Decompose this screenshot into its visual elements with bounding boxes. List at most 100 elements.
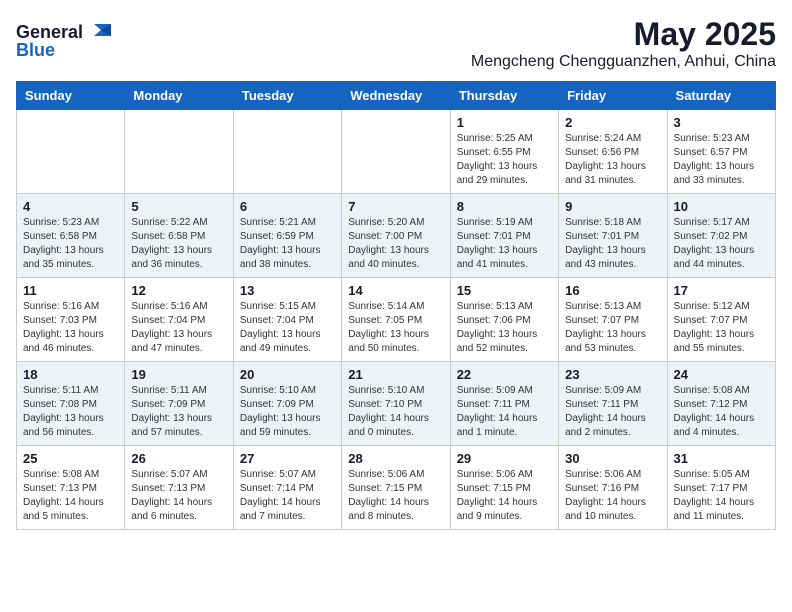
- day-info: Sunrise: 5:20 AM Sunset: 7:00 PM Dayligh…: [348, 216, 443, 272]
- calendar-cell: 2Sunrise: 5:24 AM Sunset: 6:56 PM Daylig…: [559, 110, 667, 194]
- svg-text:General: General: [16, 22, 83, 42]
- svg-text:Blue: Blue: [16, 40, 55, 58]
- day-number: 24: [674, 367, 769, 382]
- calendar-cell: 11 Sunrise: 5:16 AM Sunset: 7:03 PM Dayli…: [17, 278, 125, 362]
- day-info: Sunrise: 5:23 AM Sunset: 6:58 PM Dayligh…: [23, 216, 118, 272]
- calendar-cell: 16Sunrise: 5:13 AM Sunset: 7:07 PM Dayli…: [559, 278, 667, 362]
- day-number: 13: [240, 283, 335, 298]
- calendar-cell: 27Sunrise: 5:07 AM Sunset: 7:14 PM Dayli…: [233, 446, 341, 530]
- day-number: 9: [565, 199, 660, 214]
- calendar-cell: 30 Sunrise: 5:06 AM Sunset: 7:16 PM Dayli…: [559, 446, 667, 530]
- day-number: 8: [457, 199, 552, 214]
- day-number: 18: [23, 367, 118, 382]
- calendar-cell: 28 Sunrise: 5:06 AM Sunset: 7:15 PM Dayli…: [342, 446, 450, 530]
- day-number: 15: [457, 283, 552, 298]
- calendar-cell: 10 Sunrise: 5:17 AM Sunset: 7:02 PM Dayli…: [667, 194, 775, 278]
- calendar-week-row: 4 Sunrise: 5:23 AM Sunset: 6:58 PM Daylig…: [17, 194, 776, 278]
- day-number: 16: [565, 283, 660, 298]
- day-info: Sunrise: 5:12 AM Sunset: 7:07 PM Dayligh…: [674, 300, 769, 356]
- logo-general: General Blue: [16, 16, 126, 63]
- day-info: Sunrise: 5:11 AM Sunset: 7:08 PM Dayligh…: [23, 384, 118, 440]
- day-info: Sunrise: 5:16 AM Sunset: 7:04 PM Dayligh…: [131, 300, 226, 356]
- calendar-cell: 4 Sunrise: 5:23 AM Sunset: 6:58 PM Daylig…: [17, 194, 125, 278]
- day-info: Sunrise: 5:07 AM Sunset: 7:13 PM Dayligh…: [131, 468, 226, 524]
- calendar-cell: [125, 110, 233, 194]
- day-info: Sunrise: 5:19 AM Sunset: 7:01 PM Dayligh…: [457, 216, 552, 272]
- day-number: 28: [348, 451, 443, 466]
- day-info: Sunrise: 5:17 AM Sunset: 7:02 PM Dayligh…: [674, 216, 769, 272]
- calendar-week-row: 25 Sunrise: 5:08 AM Sunset: 7:13 PM Dayli…: [17, 446, 776, 530]
- day-info: Sunrise: 5:13 AM Sunset: 7:06 PM Dayligh…: [457, 300, 552, 356]
- day-number: 27: [240, 451, 335, 466]
- day-number: 31: [674, 451, 769, 466]
- calendar-cell: 19 Sunrise: 5:11 AM Sunset: 7:09 PM Dayli…: [125, 362, 233, 446]
- day-info: Sunrise: 5:16 AM Sunset: 7:03 PM Dayligh…: [23, 300, 118, 356]
- calendar-cell: 6 Sunrise: 5:21 AM Sunset: 6:59 PM Daylig…: [233, 194, 341, 278]
- day-number: 25: [23, 451, 118, 466]
- day-number: 12: [131, 283, 226, 298]
- location-title: Mengcheng Chengguanzhen, Anhui, China: [471, 53, 776, 71]
- calendar-cell: [342, 110, 450, 194]
- calendar-week-row: 1 Sunrise: 5:25 AM Sunset: 6:55 PM Daylig…: [17, 110, 776, 194]
- title-block: May 2025 Mengcheng Chengguanzhen, Anhui,…: [471, 16, 776, 71]
- calendar-cell: 12 Sunrise: 5:16 AM Sunset: 7:04 PM Dayli…: [125, 278, 233, 362]
- calendar-cell: 31 Sunrise: 5:05 AM Sunset: 7:17 PM Dayli…: [667, 446, 775, 530]
- day-number: 7: [348, 199, 443, 214]
- calendar-week-row: 18 Sunrise: 5:11 AM Sunset: 7:08 PM Dayli…: [17, 362, 776, 446]
- day-number: 20: [240, 367, 335, 382]
- col-header-saturday: Saturday: [667, 82, 775, 110]
- day-info: Sunrise: 5:10 AM Sunset: 7:09 PM Dayligh…: [240, 384, 335, 440]
- calendar-cell: 17Sunrise: 5:12 AM Sunset: 7:07 PM Dayli…: [667, 278, 775, 362]
- col-header-friday: Friday: [559, 82, 667, 110]
- calendar-cell: 20 Sunrise: 5:10 AM Sunset: 7:09 PM Dayli…: [233, 362, 341, 446]
- calendar-cell: 24 Sunrise: 5:08 AM Sunset: 7:12 PM Dayli…: [667, 362, 775, 446]
- day-info: Sunrise: 5:21 AM Sunset: 6:59 PM Dayligh…: [240, 216, 335, 272]
- col-header-tuesday: Tuesday: [233, 82, 341, 110]
- calendar-cell: 29 Sunrise: 5:06 AM Sunset: 7:15 PM Dayli…: [450, 446, 558, 530]
- day-number: 19: [131, 367, 226, 382]
- col-header-sunday: Sunday: [17, 82, 125, 110]
- day-number: 2: [565, 115, 660, 130]
- page-header: General Blue May 2025 Mengcheng Chenggua…: [16, 16, 776, 71]
- day-info: Sunrise: 5:14 AM Sunset: 7:05 PM Dayligh…: [348, 300, 443, 356]
- calendar-cell: 15 Sunrise: 5:13 AM Sunset: 7:06 PM Dayli…: [450, 278, 558, 362]
- logo: General Blue: [16, 16, 126, 63]
- day-info: Sunrise: 5:06 AM Sunset: 7:16 PM Dayligh…: [565, 468, 660, 524]
- day-number: 5: [131, 199, 226, 214]
- day-info: Sunrise: 5:22 AM Sunset: 6:58 PM Dayligh…: [131, 216, 226, 272]
- calendar-cell: 9Sunrise: 5:18 AM Sunset: 7:01 PM Daylig…: [559, 194, 667, 278]
- day-info: Sunrise: 5:06 AM Sunset: 7:15 PM Dayligh…: [457, 468, 552, 524]
- day-number: 21: [348, 367, 443, 382]
- day-info: Sunrise: 5:25 AM Sunset: 6:55 PM Dayligh…: [457, 132, 552, 188]
- day-info: Sunrise: 5:08 AM Sunset: 7:12 PM Dayligh…: [674, 384, 769, 440]
- calendar-cell: 8 Sunrise: 5:19 AM Sunset: 7:01 PM Daylig…: [450, 194, 558, 278]
- day-number: 1: [457, 115, 552, 130]
- col-header-monday: Monday: [125, 82, 233, 110]
- calendar-cell: 13Sunrise: 5:15 AM Sunset: 7:04 PM Dayli…: [233, 278, 341, 362]
- calendar-table: SundayMondayTuesdayWednesdayThursdayFrid…: [16, 81, 776, 530]
- day-number: 22: [457, 367, 552, 382]
- day-info: Sunrise: 5:11 AM Sunset: 7:09 PM Dayligh…: [131, 384, 226, 440]
- calendar-cell: 5 Sunrise: 5:22 AM Sunset: 6:58 PM Daylig…: [125, 194, 233, 278]
- calendar-cell: 26Sunrise: 5:07 AM Sunset: 7:13 PM Dayli…: [125, 446, 233, 530]
- calendar-cell: 14Sunrise: 5:14 AM Sunset: 7:05 PM Dayli…: [342, 278, 450, 362]
- calendar-cell: 23Sunrise: 5:09 AM Sunset: 7:11 PM Dayli…: [559, 362, 667, 446]
- calendar-cell: 3Sunrise: 5:23 AM Sunset: 6:57 PM Daylig…: [667, 110, 775, 194]
- calendar-cell: 21Sunrise: 5:10 AM Sunset: 7:10 PM Dayli…: [342, 362, 450, 446]
- month-year-title: May 2025: [471, 16, 776, 53]
- day-info: Sunrise: 5:09 AM Sunset: 7:11 PM Dayligh…: [457, 384, 552, 440]
- day-number: 29: [457, 451, 552, 466]
- day-info: Sunrise: 5:08 AM Sunset: 7:13 PM Dayligh…: [23, 468, 118, 524]
- day-number: 4: [23, 199, 118, 214]
- day-number: 6: [240, 199, 335, 214]
- calendar-cell: [17, 110, 125, 194]
- day-number: 30: [565, 451, 660, 466]
- calendar-cell: 22 Sunrise: 5:09 AM Sunset: 7:11 PM Dayli…: [450, 362, 558, 446]
- day-number: 10: [674, 199, 769, 214]
- calendar-week-row: 11 Sunrise: 5:16 AM Sunset: 7:03 PM Dayli…: [17, 278, 776, 362]
- day-number: 11: [23, 283, 118, 298]
- day-number: 3: [674, 115, 769, 130]
- day-info: Sunrise: 5:06 AM Sunset: 7:15 PM Dayligh…: [348, 468, 443, 524]
- day-info: Sunrise: 5:05 AM Sunset: 7:17 PM Dayligh…: [674, 468, 769, 524]
- col-header-wednesday: Wednesday: [342, 82, 450, 110]
